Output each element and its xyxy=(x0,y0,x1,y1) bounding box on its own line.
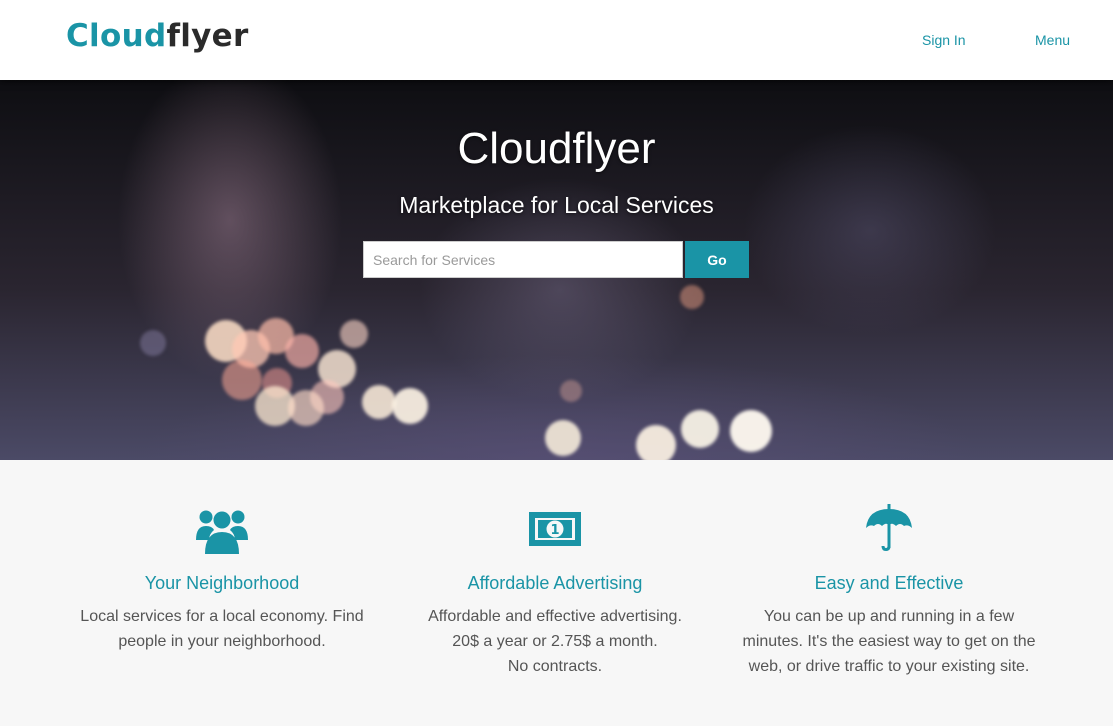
feature-description: You can be up and running in a few minut… xyxy=(719,604,1059,679)
logo-part-cloud: Cloud xyxy=(66,18,167,54)
navbar: Cloudflyer Sign In Menu xyxy=(0,0,1113,80)
feature-title: Your Neighborhood xyxy=(144,573,300,593)
hero-title: Cloudflyer xyxy=(457,124,656,173)
search-input[interactable] xyxy=(363,241,683,278)
hero-subtitle: Marketplace for Local Services xyxy=(399,192,714,218)
features-section: Your Neighborhood Local services for a l… xyxy=(0,460,1113,726)
menu-link[interactable]: Menu xyxy=(1035,32,1070,48)
go-button[interactable]: Go xyxy=(685,241,749,278)
users-icon xyxy=(196,510,248,554)
feature-line: No contracts. xyxy=(507,658,603,675)
feature-line: web, or drive traffic to your existing s… xyxy=(748,658,1030,675)
sign-in-link[interactable]: Sign In xyxy=(922,32,966,48)
feature-line: people in your neighborhood. xyxy=(118,633,326,650)
feature-line: You can be up and running in a few xyxy=(763,608,1015,625)
logo-part-flyer: flyer xyxy=(166,18,249,54)
svg-text:1: 1 xyxy=(550,523,559,538)
feature-title: Easy and Effective xyxy=(814,573,964,593)
feature-line: minutes. It's the easiest way to get on … xyxy=(742,633,1036,650)
money-icon: 1 xyxy=(529,512,581,546)
feature-description: Affordable and effective advertising. 20… xyxy=(385,604,725,679)
feature-line: 20$ a year or 2.75$ a month. xyxy=(452,633,658,650)
logo[interactable]: Cloudflyer xyxy=(66,18,249,54)
feature-description: Local services for a local economy. Find… xyxy=(52,604,392,654)
feature-line: Affordable and effective advertising. xyxy=(428,608,682,625)
hero-section: Cloudflyer Marketplace for Local Service… xyxy=(0,80,1113,460)
umbrella-icon xyxy=(866,504,912,551)
feature-line: Local services for a local economy. Find xyxy=(80,608,364,625)
feature-title: Affordable Advertising xyxy=(467,573,643,593)
